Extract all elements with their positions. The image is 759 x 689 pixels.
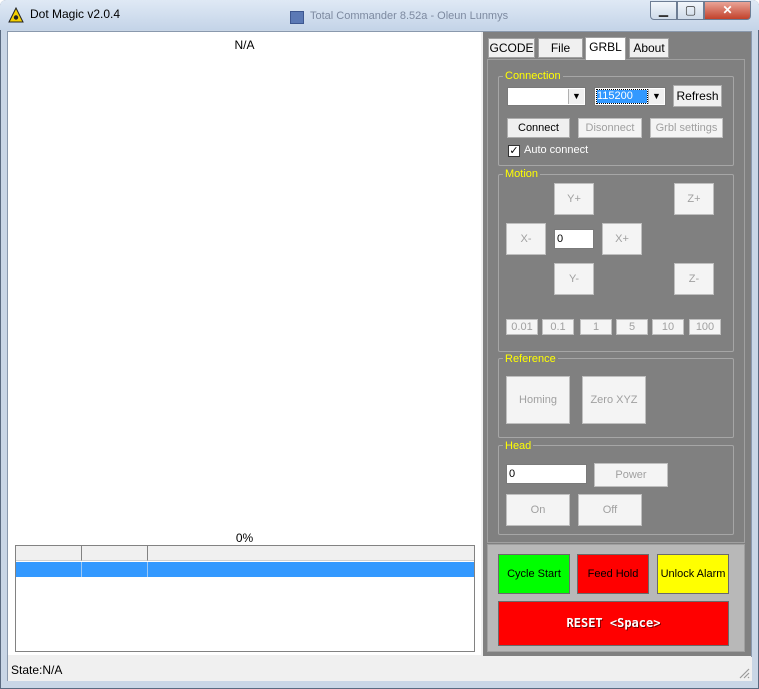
power-input[interactable]: 0: [506, 464, 587, 484]
refresh-button[interactable]: Refresh: [673, 85, 722, 107]
z-plus-button[interactable]: Z+: [674, 183, 714, 215]
reset-button[interactable]: RESET <Space>: [498, 601, 729, 646]
auto-connect-checkbox[interactable]: ✓: [508, 145, 520, 157]
z-minus-button[interactable]: Z-: [674, 263, 714, 295]
step-button-5[interactable]: 5: [616, 319, 648, 335]
grid-row-selected[interactable]: [16, 562, 474, 577]
step-button-1[interactable]: 1: [580, 319, 612, 335]
step-button-0.1[interactable]: 0.1: [542, 319, 574, 335]
tab-file[interactable]: File: [538, 38, 583, 58]
grbl-settings-button[interactable]: Grbl settings: [650, 118, 723, 138]
reference-group-title: Reference: [503, 353, 558, 365]
head-on-button[interactable]: On: [506, 494, 570, 526]
grid-column-header[interactable]: [82, 546, 148, 561]
baud-combobox[interactable]: 115200 ▼: [594, 87, 666, 106]
warning-icon: [8, 7, 24, 23]
auto-connect-label: Auto connect: [524, 144, 589, 156]
unlock-alarm-button[interactable]: Unlock Alarm: [657, 554, 729, 594]
disconnect-button[interactable]: Disonnect: [578, 118, 642, 138]
status-text: State:N/A: [11, 663, 63, 677]
port-combobox[interactable]: ▼: [507, 87, 586, 106]
zero-xyz-button[interactable]: Zero XYZ: [582, 376, 646, 424]
head-off-button[interactable]: Off: [578, 494, 642, 526]
dropdown-arrow-icon[interactable]: ▼: [568, 89, 584, 104]
connect-button[interactable]: Connect: [507, 118, 570, 138]
background-window-icon: [290, 11, 304, 24]
head-group-title: Head: [503, 440, 534, 452]
motion-group-title: Motion: [503, 168, 541, 180]
grid-cell-divider: [147, 562, 148, 577]
grid-cell-divider: [81, 562, 82, 577]
y-plus-button[interactable]: Y+: [554, 183, 594, 215]
step-button-100[interactable]: 100: [689, 319, 721, 335]
status-bar: [8, 657, 752, 681]
connection-group-title: Connection: [503, 70, 563, 82]
tab-gcode[interactable]: GCODE: [488, 38, 535, 58]
grid-column-header[interactable]: [16, 546, 82, 561]
maximize-button[interactable]: ▢: [677, 1, 704, 20]
x-minus-button[interactable]: X-: [506, 223, 546, 255]
step-distance-input[interactable]: 0: [554, 229, 594, 249]
grid-column-header[interactable]: [148, 546, 474, 561]
tab-about[interactable]: About: [629, 38, 669, 58]
step-button-10[interactable]: 10: [652, 319, 684, 335]
resize-grip-icon[interactable]: [738, 667, 750, 679]
x-plus-button[interactable]: X+: [602, 223, 642, 255]
close-button[interactable]: ✕: [704, 1, 751, 20]
cycle-start-button[interactable]: Cycle Start: [498, 554, 570, 594]
dropdown-arrow-icon[interactable]: ▼: [648, 89, 664, 104]
progress-label: 0%: [235, 531, 254, 545]
preview-title: N/A: [234, 38, 255, 52]
feed-hold-button[interactable]: Feed Hold: [577, 554, 649, 594]
window-title: Dot Magic v2.0.4: [30, 7, 121, 21]
background-window-title: Total Commander 8.52a - Oleun Lunmys: [310, 10, 509, 22]
minimize-button[interactable]: ▁: [650, 1, 677, 20]
step-button-0.01[interactable]: 0.01: [506, 319, 538, 335]
homing-button[interactable]: Homing: [506, 376, 570, 424]
power-button[interactable]: Power: [594, 463, 668, 487]
y-minus-button[interactable]: Y-: [554, 263, 594, 295]
baud-value: 115200: [596, 89, 648, 104]
tab-grbl[interactable]: GRBL: [585, 37, 626, 60]
